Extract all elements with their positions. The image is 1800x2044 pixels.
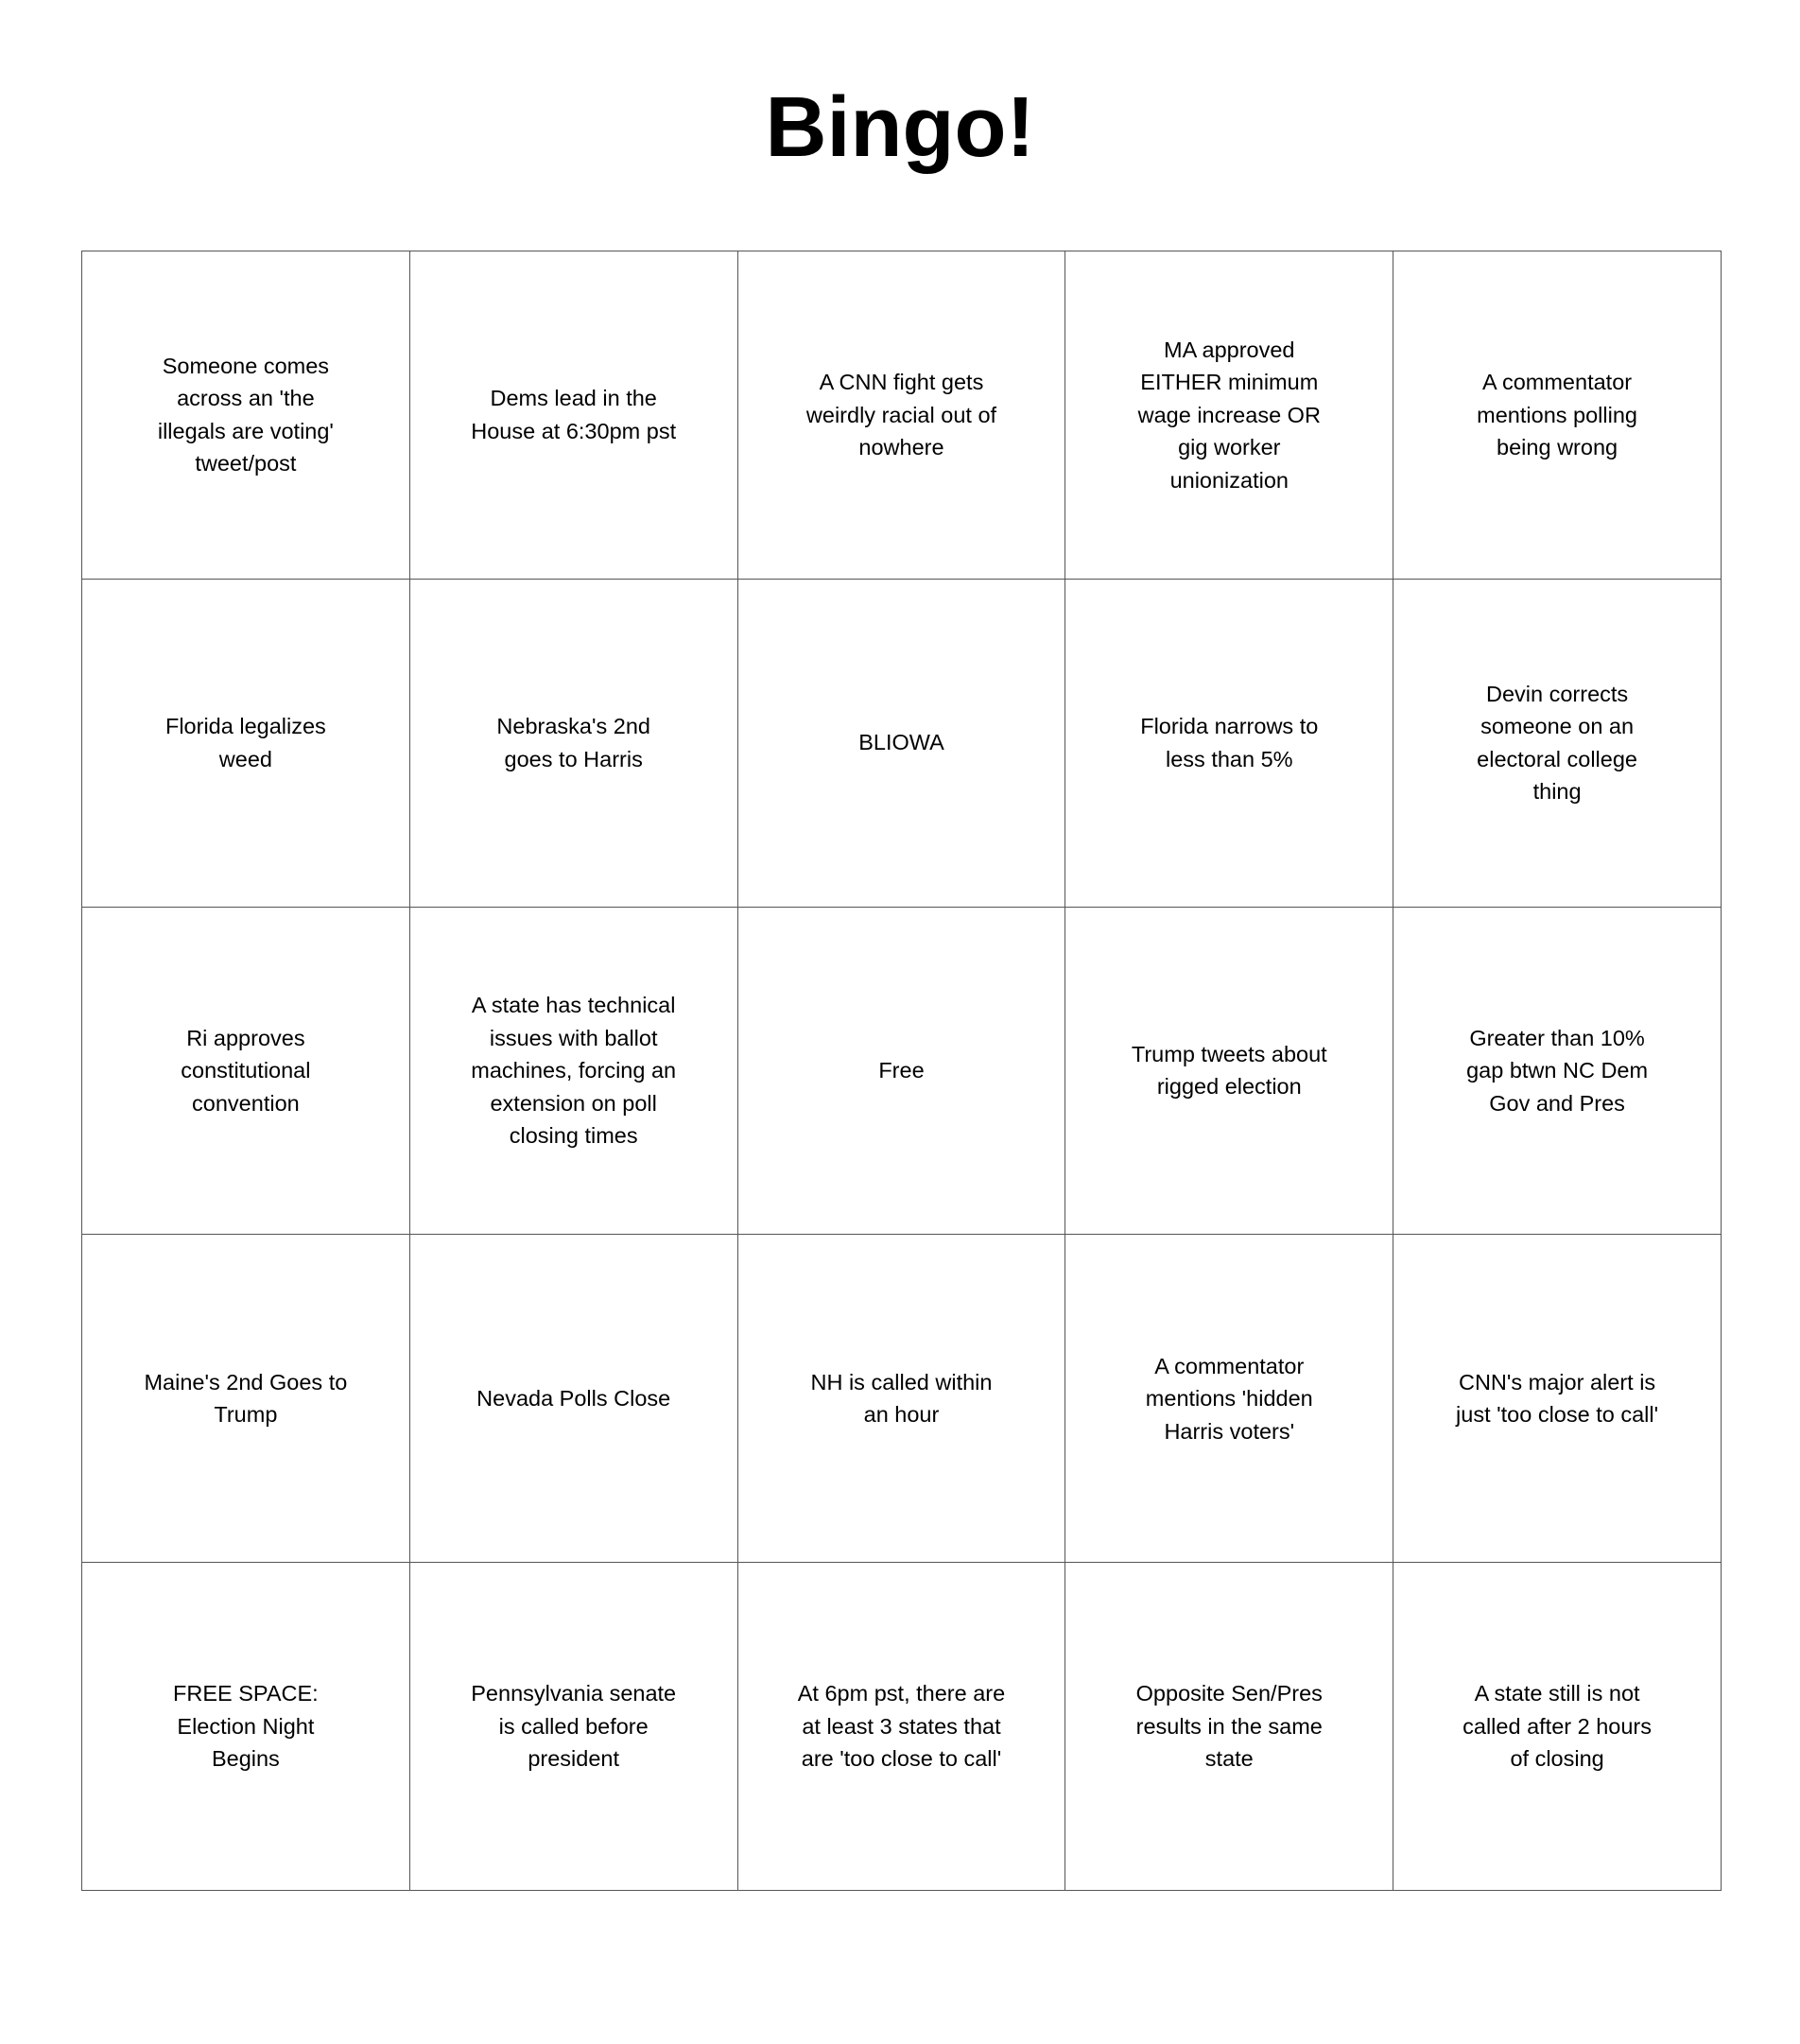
- bingo-cell-text: Someone comes across an 'the illegals ar…: [157, 353, 334, 476]
- bingo-cell: Maine's 2nd Goes to Trump: [82, 1235, 410, 1564]
- bingo-cell: BLIOWA: [737, 579, 1066, 908]
- bingo-cell: Opposite Sen/Pres results in the same st…: [1065, 1563, 1394, 1891]
- bingo-cell-text: Devin corrects someone on an electoral c…: [1477, 681, 1637, 805]
- bingo-cell-text: Florida legalizes weed: [164, 714, 326, 771]
- bingo-cell-text: Maine's 2nd Goes to Trump: [144, 1369, 348, 1428]
- bingo-cell: Greater than 10% gap btwn NC Dem Gov and…: [1393, 907, 1722, 1236]
- bingo-cell-text: Nevada Polls Close: [476, 1386, 671, 1412]
- bingo-cell: A commentator mentions polling being wro…: [1393, 251, 1722, 580]
- bingo-cell-text: Dems lead in the House at 6:30pm pst: [471, 386, 677, 443]
- bingo-cell-text: Greater than 10% gap btwn NC Dem Gov and…: [1466, 1025, 1649, 1116]
- bingo-cell-text: Pennsylvania senate is called before pre…: [471, 1681, 677, 1772]
- bingo-cell: At 6pm pst, there are at least 3 states …: [737, 1563, 1066, 1891]
- bingo-cell-text: At 6pm pst, there are at least 3 states …: [797, 1681, 1006, 1772]
- bingo-cell-text: MA approved EITHER minimum wage increase…: [1137, 337, 1321, 493]
- bingo-cell: Nebraska's 2nd goes to Harris: [409, 579, 738, 908]
- bingo-cell: CNN's major alert is just 'too close to …: [1393, 1235, 1722, 1564]
- bingo-cell-text: A commentator mentions 'hidden Harris vo…: [1145, 1353, 1313, 1444]
- bingo-cell-text: CNN's major alert is just 'too close to …: [1456, 1369, 1659, 1428]
- bingo-cell: Florida legalizes weed: [82, 579, 410, 908]
- bingo-cell-text: NH is called within an hour: [810, 1369, 993, 1428]
- bingo-board: Someone comes across an 'the illegals ar…: [81, 251, 1722, 1891]
- bingo-cell-text: Nebraska's 2nd goes to Harris: [496, 714, 650, 771]
- bingo-cell-text: A state still is not called after 2 hour…: [1462, 1681, 1653, 1772]
- bingo-cell: NH is called within an hour: [737, 1235, 1066, 1564]
- bingo-cell: MA approved EITHER minimum wage increase…: [1065, 251, 1394, 580]
- bingo-cell: Ri approves constitutional convention: [82, 907, 410, 1236]
- bingo-cell: Florida narrows to less than 5%: [1065, 579, 1394, 908]
- bingo-cell: Nevada Polls Close: [409, 1235, 738, 1564]
- bingo-cell-text: Opposite Sen/Pres results in the same st…: [1135, 1681, 1323, 1772]
- page-title: Bingo!: [765, 80, 1035, 175]
- bingo-cell-text: A commentator mentions polling being wro…: [1477, 370, 1637, 460]
- bingo-cell-text: BLIOWA: [858, 730, 944, 755]
- bingo-cell-text: Florida narrows to less than 5%: [1140, 714, 1319, 771]
- bingo-cell: Dems lead in the House at 6:30pm pst: [409, 251, 738, 580]
- bingo-cell: A commentator mentions 'hidden Harris vo…: [1065, 1235, 1394, 1564]
- bingo-cell: FREE SPACE: Election Night Begins: [82, 1563, 410, 1891]
- bingo-cell-text: Free: [878, 1058, 925, 1083]
- bingo-cell-text: FREE SPACE: Election Night Begins: [173, 1681, 319, 1772]
- bingo-cell: A state has technical issues with ballot…: [409, 907, 738, 1236]
- bingo-cell-text: Ri approves constitutional convention: [181, 1025, 311, 1116]
- bingo-cell: Devin corrects someone on an electoral c…: [1393, 579, 1722, 908]
- bingo-cell: Pennsylvania senate is called before pre…: [409, 1563, 738, 1891]
- bingo-cell-text: Trump tweets about rigged election: [1131, 1041, 1327, 1100]
- bingo-cell-text: A state has technical issues with ballot…: [471, 993, 677, 1149]
- bingo-cell: Trump tweets about rigged election: [1065, 907, 1394, 1236]
- bingo-cell: A state still is not called after 2 hour…: [1393, 1563, 1722, 1891]
- bingo-cell: Someone comes across an 'the illegals ar…: [82, 251, 410, 580]
- bingo-cell-free-center: Free: [737, 907, 1066, 1236]
- bingo-cell-text: A CNN fight gets weirdly racial out of n…: [805, 370, 997, 460]
- bingo-cell: A CNN fight gets weirdly racial out of n…: [737, 251, 1066, 580]
